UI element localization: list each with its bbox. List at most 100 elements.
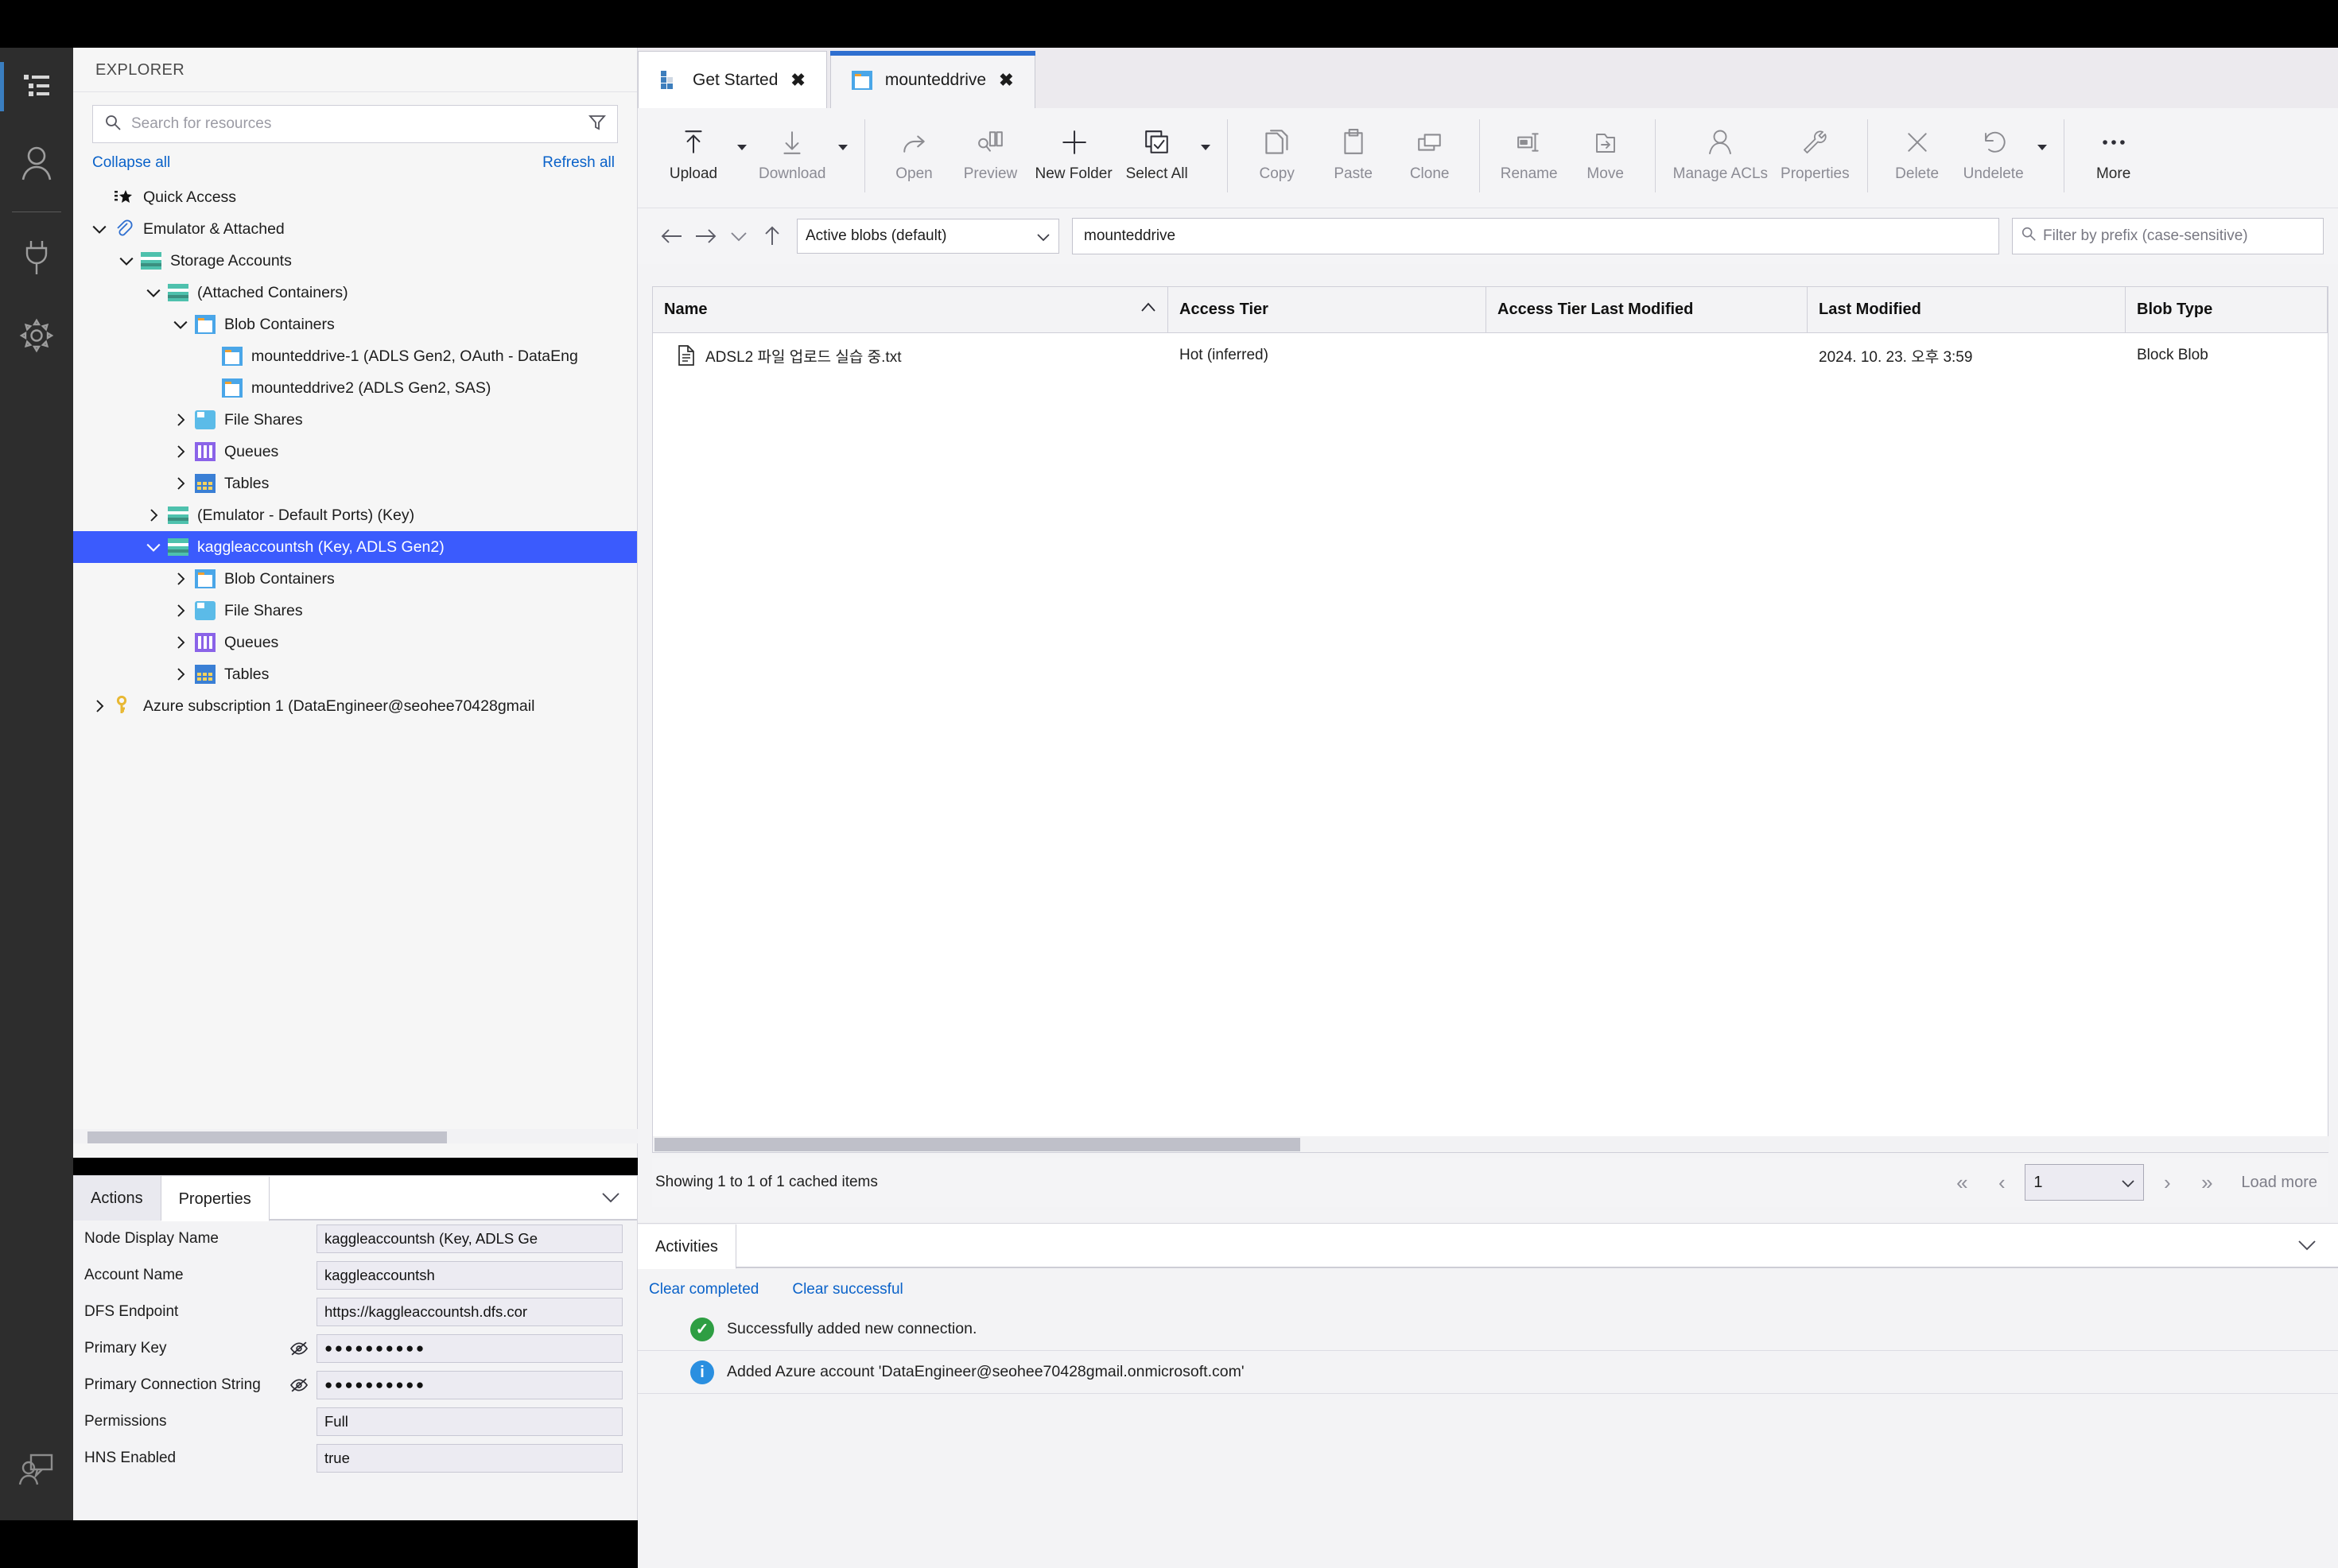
file-share-icon — [192, 601, 218, 620]
path-input[interactable]: mounteddrive — [1072, 218, 1999, 254]
close-icon[interactable]: ✖ — [790, 71, 805, 89]
collapse-chevron-down-icon[interactable] — [2297, 1238, 2317, 1256]
up-icon[interactable] — [755, 219, 789, 254]
tree-item-file-shares[interactable]: File Shares — [73, 595, 637, 627]
toolbar-upload-button[interactable]: Upload — [655, 119, 732, 202]
toolbar-upload-caret-icon[interactable] — [732, 119, 752, 202]
tab-activities[interactable]: Activities — [638, 1225, 736, 1269]
grid-header-access-tier[interactable]: Access Tier — [1168, 287, 1486, 332]
page-select[interactable]: 1 — [2025, 1164, 2145, 1201]
activity-account[interactable] — [0, 126, 73, 204]
new-folder-icon — [1059, 119, 1088, 165]
tree-item-queues[interactable]: Queues — [73, 436, 637, 468]
search-box[interactable] — [92, 105, 618, 143]
activity-feedback[interactable] — [0, 1431, 73, 1509]
chevron-down-icon[interactable] — [142, 285, 165, 300]
grid-header-last-modified[interactable]: Last Modified — [1808, 287, 2126, 332]
property-value[interactable]: https://kaggleaccountsh.dfs.cor — [317, 1298, 623, 1326]
prefix-filter-input[interactable]: Filter by prefix (case-sensitive) — [2012, 218, 2324, 254]
chevron-right-icon[interactable] — [169, 444, 192, 460]
toolbar-new-folder-button[interactable]: New Folder — [1029, 119, 1119, 202]
toolbar-more-button[interactable]: More — [2076, 119, 2152, 202]
tree-item-mounteddrive2-adls-gen2-sas[interactable]: mounteddrive2 (ADLS Gen2, SAS) — [73, 372, 637, 404]
grid-horizontal-scrollbar[interactable] — [653, 1136, 2329, 1152]
chevron-right-icon[interactable] — [169, 635, 192, 650]
blob-filter-select[interactable]: Active blobs (default) — [797, 219, 1059, 254]
grid-cell-text: 2024. 10. 23. 오후 3:59 — [1819, 348, 1973, 366]
grid-cell-text: ADSL2 파일 업로드 실습 중.txt — [705, 348, 902, 366]
close-icon[interactable]: ✖ — [999, 71, 1013, 89]
eye-off-icon[interactable] — [289, 1377, 317, 1393]
blob-container-icon — [192, 315, 218, 334]
chevron-right-icon[interactable] — [169, 571, 192, 587]
grid-body: ADSL2 파일 업로드 실습 중.txt Hot (inferred) 2024.… — [653, 333, 2328, 378]
tree-item-blob-containers[interactable]: Blob Containers — [73, 563, 637, 595]
property-value[interactable]: Full — [317, 1407, 623, 1436]
property-value[interactable]: kaggleaccountsh (Key, ADLS Ge — [317, 1225, 623, 1253]
grid-header-name[interactable]: Name — [653, 287, 1168, 332]
activity-connect[interactable] — [0, 220, 73, 298]
collapse-chevron-down-icon[interactable] — [600, 1190, 621, 1209]
toolbar-download-caret-icon[interactable] — [833, 119, 853, 202]
chevron-right-icon[interactable] — [142, 507, 165, 523]
chevron-down-icon[interactable] — [87, 222, 111, 236]
toolbar-select-all-caret-icon[interactable] — [1195, 119, 1216, 202]
property-row: Node Display Name kaggleaccountsh (Key, A… — [73, 1221, 637, 1257]
property-value[interactable]: ●●●●●●●●●● — [317, 1371, 623, 1399]
clear-completed-link[interactable]: Clear completed — [649, 1281, 759, 1298]
chevron-down-icon[interactable] — [169, 317, 192, 332]
prefix-filter-placeholder: Filter by prefix (case-sensitive) — [2043, 227, 2248, 244]
tree-item-azure-subscription-1-dataengineer-seohee70428gmail[interactable]: Azure subscription 1 (DataEngineer@seohe… — [73, 690, 637, 722]
tree-item-emulator-default-ports-key[interactable]: (Emulator - Default Ports) (Key) — [73, 499, 637, 531]
filter-funnel-icon[interactable] — [588, 114, 606, 135]
chevron-right-icon[interactable] — [169, 666, 192, 682]
first-page-icon[interactable]: « — [1945, 1166, 1979, 1199]
grid-header-blob-type[interactable]: Blob Type — [2126, 287, 2328, 332]
next-page-icon[interactable]: › — [2150, 1166, 2184, 1199]
grid-row[interactable]: ADSL2 파일 업로드 실습 중.txt Hot (inferred) 2024.… — [653, 333, 2328, 378]
collapse-all-link[interactable]: Collapse all — [92, 154, 170, 172]
clear-successful-link[interactable]: Clear successful — [792, 1281, 903, 1298]
toolbar-select-all-button[interactable]: Select All — [1119, 119, 1195, 202]
tree-item-emulator-attached[interactable]: Emulator & Attached — [73, 213, 637, 245]
refresh-all-link[interactable]: Refresh all — [542, 154, 615, 172]
tree-item-queues[interactable]: Queues — [73, 627, 637, 658]
tree-item-file-shares[interactable]: File Shares — [73, 404, 637, 436]
chevron-down-icon[interactable] — [142, 540, 165, 554]
property-value[interactable]: true — [317, 1444, 623, 1473]
property-value[interactable]: kaggleaccountsh — [317, 1261, 623, 1290]
tree-item-kaggleaccountsh-key-adls-gen2[interactable]: kaggleaccountsh (Key, ADLS Gen2) — [73, 531, 637, 563]
prev-page-icon[interactable]: ‹ — [1985, 1166, 2018, 1199]
toolbar-undelete-button: Undelete — [1955, 119, 2032, 202]
property-value[interactable]: ●●●●●●●●●● — [317, 1334, 623, 1363]
activity-settings[interactable] — [0, 298, 73, 376]
eye-off-icon[interactable] — [289, 1341, 317, 1356]
chevron-right-icon[interactable] — [169, 412, 192, 428]
history-chevron-down-icon[interactable] — [722, 219, 755, 254]
tree-item-mounteddrive-1-adls-gen2-oauth-dataeng[interactable]: mounteddrive-1 (ADLS Gen2, OAuth - DataE… — [73, 340, 637, 372]
toolbar-button-label: More — [2095, 165, 2131, 182]
properties-tab-properties[interactable]: Properties — [161, 1177, 270, 1221]
chevron-right-icon[interactable] — [169, 475, 192, 491]
editor-tab-get-started[interactable]: Get Started ✖ — [638, 51, 827, 108]
chevron-right-icon[interactable] — [169, 603, 192, 619]
back-icon[interactable] — [655, 219, 689, 254]
chevron-down-icon[interactable] — [115, 254, 138, 268]
tree-item-blob-containers[interactable]: Blob Containers — [73, 309, 637, 340]
tree-item-tables[interactable]: Tables — [73, 658, 637, 690]
properties-tab-actions[interactable]: Actions — [73, 1176, 161, 1221]
chevron-right-icon[interactable] — [87, 698, 111, 714]
editor-tab-mounteddrive[interactable]: mounteddrive ✖ — [829, 51, 1035, 108]
grid-header-access-tier-last-modified[interactable]: Access Tier Last Modified — [1486, 287, 1808, 332]
forward-icon[interactable] — [689, 219, 722, 254]
tree-item-quick-access[interactable]: Quick Access — [73, 181, 637, 213]
last-page-icon[interactable]: » — [2190, 1166, 2223, 1199]
toolbar-undelete-caret-icon[interactable] — [2032, 119, 2053, 202]
tree-item-storage-accounts[interactable]: Storage Accounts — [73, 245, 637, 277]
activity-explorer[interactable] — [0, 48, 73, 126]
tree-item-attached-containers[interactable]: (Attached Containers) — [73, 277, 637, 309]
search-input[interactable] — [131, 115, 588, 133]
tree-item-tables[interactable]: Tables — [73, 468, 637, 499]
load-more-button[interactable]: Load more — [2241, 1174, 2317, 1192]
tree-horizontal-scrollbar[interactable] — [73, 1129, 638, 1143]
